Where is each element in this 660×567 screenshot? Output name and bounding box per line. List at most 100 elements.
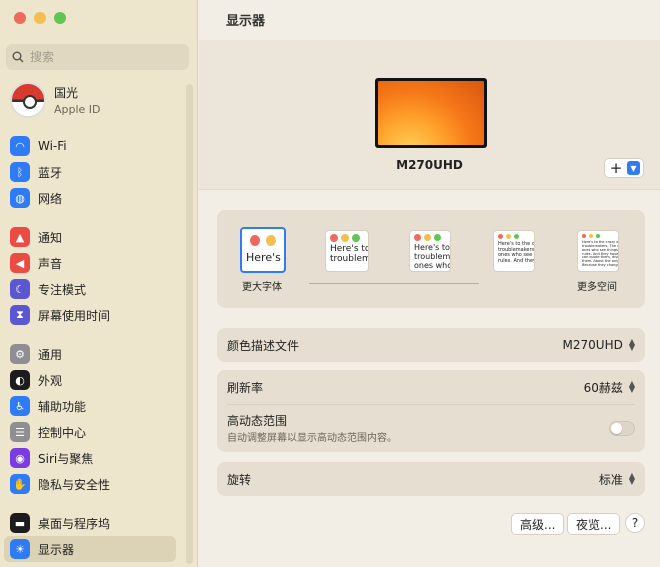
avatar <box>10 82 46 118</box>
resolution-preview-text: Here's to troublem <box>330 244 369 264</box>
plus-icon: + <box>609 159 623 177</box>
bell-icon: ▲ <box>10 227 30 247</box>
resolution-preview-text: Here's to the c troublemakers. ones who … <box>498 241 535 264</box>
larger-text-label: 更大字体 <box>242 282 282 293</box>
sidebar: 国光 Apple ID ◠ Wi-Fi ᛒ 蓝牙 ◍ 网络 ▲ 通知 ◀ 声音 ☾ 专注模式 ⧗ 屏幕使用… <box>0 0 198 567</box>
sidebar-item-label: 控制中心 <box>38 425 87 440</box>
dock-icon: ▬ <box>10 513 30 533</box>
close-window-button[interactable] <box>14 12 26 24</box>
resolution-option[interactable]: Here's <box>240 227 286 273</box>
sidebar-item[interactable]: ◠ Wi-Fi <box>4 133 176 159</box>
moon-icon: ☾ <box>10 279 30 299</box>
rotation-row[interactable]: 旋转 标准 ▲ ▼ <box>217 462 645 496</box>
search-input[interactable] <box>30 50 180 64</box>
sidebar-item-label: Siri与聚焦 <box>38 451 94 466</box>
sidebar-item-label: 桌面与程序坞 <box>38 516 111 531</box>
sidebar-item[interactable]: ◍ 网络 <box>4 185 176 211</box>
sidebar-item[interactable]: ▬ 桌面与程序坞 <box>4 510 176 536</box>
sidebar-item[interactable]: ◐ 外观 <box>4 367 176 393</box>
night-shift-button[interactable]: 夜览... <box>567 513 621 535</box>
hdr-description: 自动调整屏幕以显示高动态范围内容。 <box>227 433 397 444</box>
siri-icon: ◉ <box>10 448 30 468</box>
color-profile-value: M270UHD <box>562 338 623 352</box>
search-field[interactable] <box>6 44 189 70</box>
page-title: 显示器 <box>226 14 266 29</box>
sidebar-group: ⚙ 通用 ◐ 外观 ♿ 辅助功能 ☰ 控制中心 ◉ Siri与聚焦 ✋ 隐私与安全性 <box>4 341 176 497</box>
sidebar-item-label: 辅助功能 <box>38 399 87 414</box>
sidebar-item[interactable]: ☰ 控制中心 <box>4 419 176 445</box>
resolution-option[interactable]: Here's to the c troublemakers. ones who … <box>493 230 535 272</box>
resolution-preview-text: Here's to t troublema ones who <box>414 243 451 270</box>
sidebar-item[interactable]: ✋ 隐私与安全性 <box>4 471 176 497</box>
sidebar-item-label: Wi-Fi <box>38 139 67 153</box>
hdr-toggle[interactable] <box>609 420 635 436</box>
sidebar-group: ◠ Wi-Fi ᛒ 蓝牙 ◍ 网络 <box>4 133 176 211</box>
refresh-hdr-panel: 刷新率 60赫兹 ▲ ▼ 高动态范围 自动调整屏幕以显示高动态范围内容。 <box>217 370 645 452</box>
color-profile-row[interactable]: 颜色描述文件 M270UHD ▲ ▼ <box>217 328 645 362</box>
zoom-window-button[interactable] <box>54 12 66 24</box>
popup-chevron-icon: ▲ ▼ <box>628 471 635 486</box>
chevron-down-icon[interactable]: ▼ <box>627 161 640 175</box>
sidebar-item[interactable]: ☀ 显示器 <box>4 536 176 562</box>
refresh-rate-value: 60赫兹 <box>583 380 623 395</box>
color-profile-panel: 颜色描述文件 M270UHD ▲ ▼ <box>217 328 645 362</box>
sidebar-item-label: 显示器 <box>38 542 75 557</box>
hdr-label: 高动态范围 <box>227 414 288 428</box>
sidebar-item[interactable]: ᛒ 蓝牙 <box>4 159 176 185</box>
bluetooth-icon: ᛒ <box>10 162 30 182</box>
sidebar-item[interactable]: ▲ 通知 <box>4 224 176 250</box>
sidebar-group: ▬ 桌面与程序坞 ☀ 显示器 <box>4 510 176 562</box>
monitor-name: M270UHD <box>396 158 463 172</box>
sidebar-item-label: 外观 <box>38 373 63 388</box>
sidebar-item-label: 隐私与安全性 <box>38 477 111 492</box>
resolution-option[interactable]: Here's to troublem <box>325 230 369 272</box>
sidebar-item[interactable]: ◉ Siri与聚焦 <box>4 445 176 471</box>
sidebar-item-label: 通用 <box>38 347 63 362</box>
add-display-button[interactable]: + ▼ <box>604 158 644 178</box>
sidebar-item[interactable]: ⧗ 屏幕使用时间 <box>4 302 176 328</box>
popup-chevron-icon: ▲ ▼ <box>628 337 635 352</box>
more-space-label: 更多空间 <box>577 282 617 293</box>
minimize-window-button[interactable] <box>34 12 46 24</box>
rotation-label: 旋转 <box>227 472 252 487</box>
resolution-picker: Here's Here's to troublem Here's to t tr… <box>217 210 645 308</box>
sidebar-item[interactable]: ♿ 辅助功能 <box>4 393 176 419</box>
resolution-preview-text: Here's to the crazy one troublemakers. T… <box>582 240 619 268</box>
sidebar-item-label: 专注模式 <box>38 282 87 297</box>
hdr-row: 高动态范围 自动调整屏幕以显示高动态范围内容。 <box>217 405 645 451</box>
sidebar-item-label: 通知 <box>38 230 63 245</box>
control-center-icon: ☰ <box>10 422 30 442</box>
main-content: 显示器 M270UHD + ▼ Here's Here's to trouble… <box>199 0 660 567</box>
resolution-option[interactable]: Here's to the crazy one troublemakers. T… <box>577 230 619 272</box>
profile-subtitle: Apple ID <box>54 103 101 116</box>
refresh-rate-row[interactable]: 刷新率 60赫兹 ▲ ▼ <box>217 370 645 404</box>
help-button[interactable]: ? <box>625 513 645 533</box>
sidebar-scrollbar[interactable] <box>186 84 193 564</box>
accessibility-icon: ♿ <box>10 396 30 416</box>
resolution-option[interactable]: Here's to t troublema ones who <box>409 230 451 272</box>
sidebar-item-label: 蓝牙 <box>38 165 63 180</box>
apple-id-profile[interactable]: 国光 Apple ID <box>10 82 101 118</box>
gear-icon: ⚙ <box>10 344 30 364</box>
rotation-value: 标准 <box>598 472 623 487</box>
globe-icon: ◍ <box>10 188 30 208</box>
speaker-icon: ◀ <box>10 253 30 273</box>
popup-chevron-icon: ▲ ▼ <box>628 379 635 394</box>
resolution-preview-text: Here's <box>246 251 281 264</box>
color-profile-label: 颜色描述文件 <box>227 338 300 353</box>
display-icon: ☀ <box>10 539 30 559</box>
profile-name: 国光 <box>54 86 79 100</box>
wifi-icon: ◠ <box>10 136 30 156</box>
sidebar-item[interactable]: ◀ 声音 <box>4 250 176 276</box>
search-icon <box>12 51 24 63</box>
sidebar-item-label: 屏幕使用时间 <box>38 308 111 323</box>
advanced-button[interactable]: 高级... <box>511 513 565 535</box>
sidebar-item[interactable]: ⚙ 通用 <box>4 341 176 367</box>
display-arrangement: M270UHD + ▼ <box>199 40 660 190</box>
monitor-thumbnail[interactable] <box>375 78 487 148</box>
resolution-slider-track <box>309 283 479 284</box>
sidebar-item[interactable]: ☾ 专注模式 <box>4 276 176 302</box>
sidebar-group: ▲ 通知 ◀ 声音 ☾ 专注模式 ⧗ 屏幕使用时间 <box>4 224 176 328</box>
appearance-icon: ◐ <box>10 370 30 390</box>
sidebar-item-label: 网络 <box>38 191 63 206</box>
